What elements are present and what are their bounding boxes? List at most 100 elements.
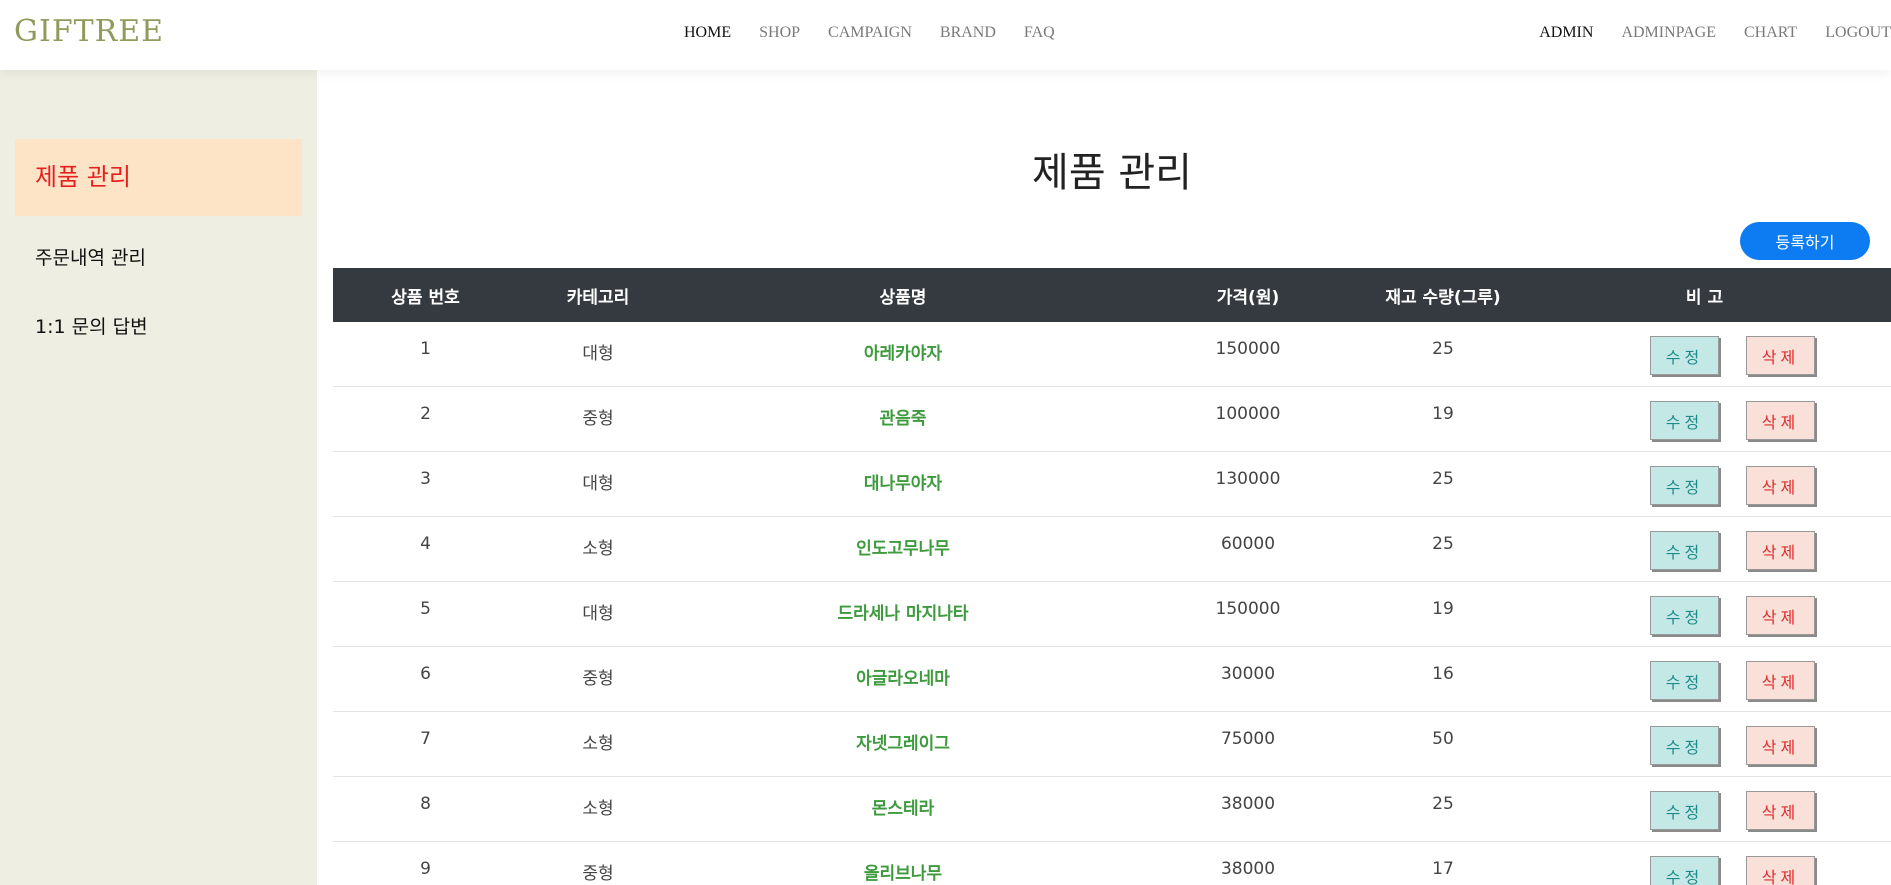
table-body: 1 대형 아레카야자 150000 25 수정 삭제 2 중형 관음죽 100000 19 수정 삭제 3 대… bbox=[333, 322, 1891, 885]
edit-button[interactable]: 수정 bbox=[1650, 726, 1719, 765]
row-actions: 수정 삭제 bbox=[1518, 387, 1891, 440]
nav-chart[interactable]: CHART bbox=[1744, 24, 1797, 42]
edit-button[interactable]: 수정 bbox=[1650, 856, 1719, 885]
cell-price: 150000 bbox=[1215, 599, 1281, 619]
delete-button[interactable]: 삭제 bbox=[1746, 791, 1815, 830]
nav-brand[interactable]: BRAND bbox=[940, 24, 996, 42]
table-row: 1 대형 아레카야자 150000 25 수정 삭제 bbox=[333, 322, 1891, 387]
edit-button[interactable]: 수정 bbox=[1650, 336, 1719, 375]
cell-category: 대형 bbox=[582, 344, 614, 364]
cell-stock: 25 bbox=[1432, 794, 1454, 814]
edit-button[interactable]: 수정 bbox=[1650, 596, 1719, 635]
table-row: 5 대형 드라세나 마지나타 150000 19 수정 삭제 bbox=[333, 582, 1891, 647]
delete-button[interactable]: 삭제 bbox=[1746, 661, 1815, 700]
table-row: 8 소형 몬스테라 38000 25 수정 삭제 bbox=[333, 777, 1891, 842]
delete-button[interactable]: 삭제 bbox=[1746, 336, 1815, 375]
cell-category: 대형 bbox=[582, 604, 614, 624]
top-header: GIFTREE HOME SHOP CAMPAIGN BRAND FAQ ADM… bbox=[0, 0, 1891, 70]
cell-product-name[interactable]: 몬스테라 bbox=[678, 777, 1128, 819]
cell-product-name[interactable]: 아레카야자 bbox=[678, 322, 1128, 364]
cell-price: 150000 bbox=[1215, 339, 1281, 359]
cell-stock: 50 bbox=[1432, 729, 1454, 749]
cell-stock: 25 bbox=[1432, 339, 1454, 359]
delete-button[interactable]: 삭제 bbox=[1746, 466, 1815, 505]
product-table: 상품 번호 카테고리 상품명 가격(원) 재고 수량(그루) 비 고 1 대형 아레… bbox=[333, 268, 1891, 885]
cell-product-number: 3 bbox=[420, 469, 431, 489]
column-header-product-name: 상품명 bbox=[879, 287, 927, 308]
table-row: 7 소형 자넷그레이그 75000 50 수정 삭제 bbox=[333, 712, 1891, 777]
cell-product-name[interactable]: 올리브나무 bbox=[678, 842, 1128, 884]
cell-category: 중형 bbox=[582, 864, 614, 884]
delete-button[interactable]: 삭제 bbox=[1746, 531, 1815, 570]
cell-price: 30000 bbox=[1220, 664, 1276, 684]
cell-product-number: 7 bbox=[420, 729, 431, 749]
cell-price: 38000 bbox=[1220, 859, 1276, 879]
user-nav: ADMIN ADMINPAGE CHART LOGOUT bbox=[1539, 24, 1891, 42]
delete-button[interactable]: 삭제 bbox=[1746, 726, 1815, 765]
delete-button[interactable]: 삭제 bbox=[1746, 401, 1815, 440]
cell-product-name[interactable]: 아글라오네마 bbox=[678, 647, 1128, 689]
edit-button[interactable]: 수정 bbox=[1650, 531, 1719, 570]
column-header-notes: 비 고 bbox=[1685, 287, 1724, 308]
cell-stock: 25 bbox=[1432, 469, 1454, 489]
nav-admin[interactable]: ADMIN bbox=[1539, 24, 1593, 42]
table-row: 4 소형 인도고무나무 60000 25 수정 삭제 bbox=[333, 517, 1891, 582]
column-header-product-number: 상품 번호 bbox=[391, 287, 460, 308]
nav-shop[interactable]: SHOP bbox=[759, 24, 800, 42]
column-header-stock: 재고 수량(그루) bbox=[1385, 287, 1501, 308]
main-nav: HOME SHOP CAMPAIGN BRAND FAQ bbox=[684, 24, 1055, 42]
cell-category: 중형 bbox=[582, 669, 614, 689]
cell-product-name[interactable]: 관음죽 bbox=[678, 387, 1128, 429]
delete-button[interactable]: 삭제 bbox=[1746, 856, 1815, 885]
sidebar: 제품 관리 주문내역 관리 1:1 문의 답변 bbox=[0, 70, 317, 885]
register-button[interactable]: 등록하기 bbox=[1740, 222, 1870, 260]
nav-adminpage[interactable]: ADMINPAGE bbox=[1621, 24, 1716, 42]
cell-price: 38000 bbox=[1220, 794, 1276, 814]
sidebar-item-order-management[interactable]: 주문내역 관리 bbox=[15, 238, 302, 278]
edit-button[interactable]: 수정 bbox=[1650, 401, 1719, 440]
table-row: 6 중형 아글라오네마 30000 16 수정 삭제 bbox=[333, 647, 1891, 712]
cell-product-number: 5 bbox=[420, 599, 431, 619]
sidebar-item-product-management[interactable]: 제품 관리 bbox=[15, 139, 302, 216]
cell-stock: 16 bbox=[1432, 664, 1454, 684]
row-actions: 수정 삭제 bbox=[1518, 322, 1891, 375]
table-row: 2 중형 관음죽 100000 19 수정 삭제 bbox=[333, 387, 1891, 452]
nav-campaign[interactable]: CAMPAIGN bbox=[828, 24, 912, 42]
nav-logout[interactable]: LOGOUT bbox=[1825, 24, 1891, 42]
cell-category: 소형 bbox=[582, 799, 614, 819]
table-row: 3 대형 대나무야자 130000 25 수정 삭제 bbox=[333, 452, 1891, 517]
cell-stock: 19 bbox=[1432, 404, 1454, 424]
cell-product-number: 8 bbox=[420, 794, 431, 814]
sidebar-item-inquiry-answers[interactable]: 1:1 문의 답변 bbox=[15, 307, 302, 347]
cell-product-name[interactable]: 드라세나 마지나타 bbox=[678, 582, 1128, 624]
cell-product-name[interactable]: 인도고무나무 bbox=[678, 517, 1128, 559]
row-actions: 수정 삭제 bbox=[1518, 647, 1891, 700]
row-actions: 수정 삭제 bbox=[1518, 777, 1891, 830]
nav-home[interactable]: HOME bbox=[684, 24, 731, 42]
column-header-price: 가격(원) bbox=[1216, 287, 1280, 308]
cell-price: 75000 bbox=[1220, 729, 1276, 749]
row-actions: 수정 삭제 bbox=[1518, 582, 1891, 635]
cell-stock: 19 bbox=[1432, 599, 1454, 619]
cell-category: 대형 bbox=[582, 474, 614, 494]
edit-button[interactable]: 수정 bbox=[1650, 791, 1719, 830]
cell-category: 중형 bbox=[582, 409, 614, 429]
cell-product-number: 1 bbox=[420, 339, 431, 359]
cell-price: 60000 bbox=[1220, 534, 1276, 554]
logo[interactable]: GIFTREE bbox=[14, 14, 164, 49]
cell-product-name[interactable]: 대나무야자 bbox=[678, 452, 1128, 494]
nav-faq[interactable]: FAQ bbox=[1024, 24, 1055, 42]
cell-category: 소형 bbox=[582, 734, 614, 754]
cell-product-name[interactable]: 자넷그레이그 bbox=[678, 712, 1128, 754]
cell-stock: 25 bbox=[1432, 534, 1454, 554]
edit-button[interactable]: 수정 bbox=[1650, 466, 1719, 505]
row-actions: 수정 삭제 bbox=[1518, 712, 1891, 765]
delete-button[interactable]: 삭제 bbox=[1746, 596, 1815, 635]
column-header-category: 카테고리 bbox=[566, 287, 630, 308]
cell-product-number: 9 bbox=[420, 859, 431, 879]
cell-stock: 17 bbox=[1432, 859, 1454, 879]
row-actions: 수정 삭제 bbox=[1518, 842, 1891, 885]
cell-price: 100000 bbox=[1215, 404, 1281, 424]
row-actions: 수정 삭제 bbox=[1518, 517, 1891, 570]
edit-button[interactable]: 수정 bbox=[1650, 661, 1719, 700]
